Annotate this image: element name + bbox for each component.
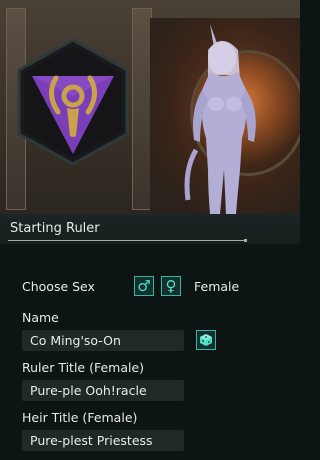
- name-field[interactable]: Co Ming'so-On: [22, 330, 184, 351]
- heir-title-label: Heir Title (Female): [22, 410, 138, 425]
- ruler-portrait: [0, 0, 300, 214]
- heir-title-field[interactable]: Pure-plest Priestess: [22, 430, 184, 451]
- header-divider: [8, 240, 244, 241]
- choose-sex-label: Choose Sex: [22, 279, 95, 294]
- ruler-figure: [184, 24, 256, 214]
- section-title: Starting Ruler: [10, 221, 100, 236]
- dice-icon: [200, 334, 212, 346]
- female-button[interactable]: ♀: [161, 276, 181, 296]
- ruler-title-field[interactable]: Pure-ple Ooh!racle: [22, 380, 184, 401]
- header-divider-cap: [244, 239, 247, 242]
- name-label: Name: [22, 310, 59, 325]
- empire-emblem: [17, 38, 129, 166]
- male-symbol-icon: ♂: [137, 276, 151, 295]
- ruler-title-label: Ruler Title (Female): [22, 360, 145, 375]
- selected-sex-value: Female: [194, 279, 240, 294]
- background-pillar-mid: [132, 8, 152, 210]
- female-symbol-icon: ♀: [165, 276, 177, 295]
- male-button[interactable]: ♂: [134, 276, 154, 296]
- randomize-name-button[interactable]: [196, 330, 216, 350]
